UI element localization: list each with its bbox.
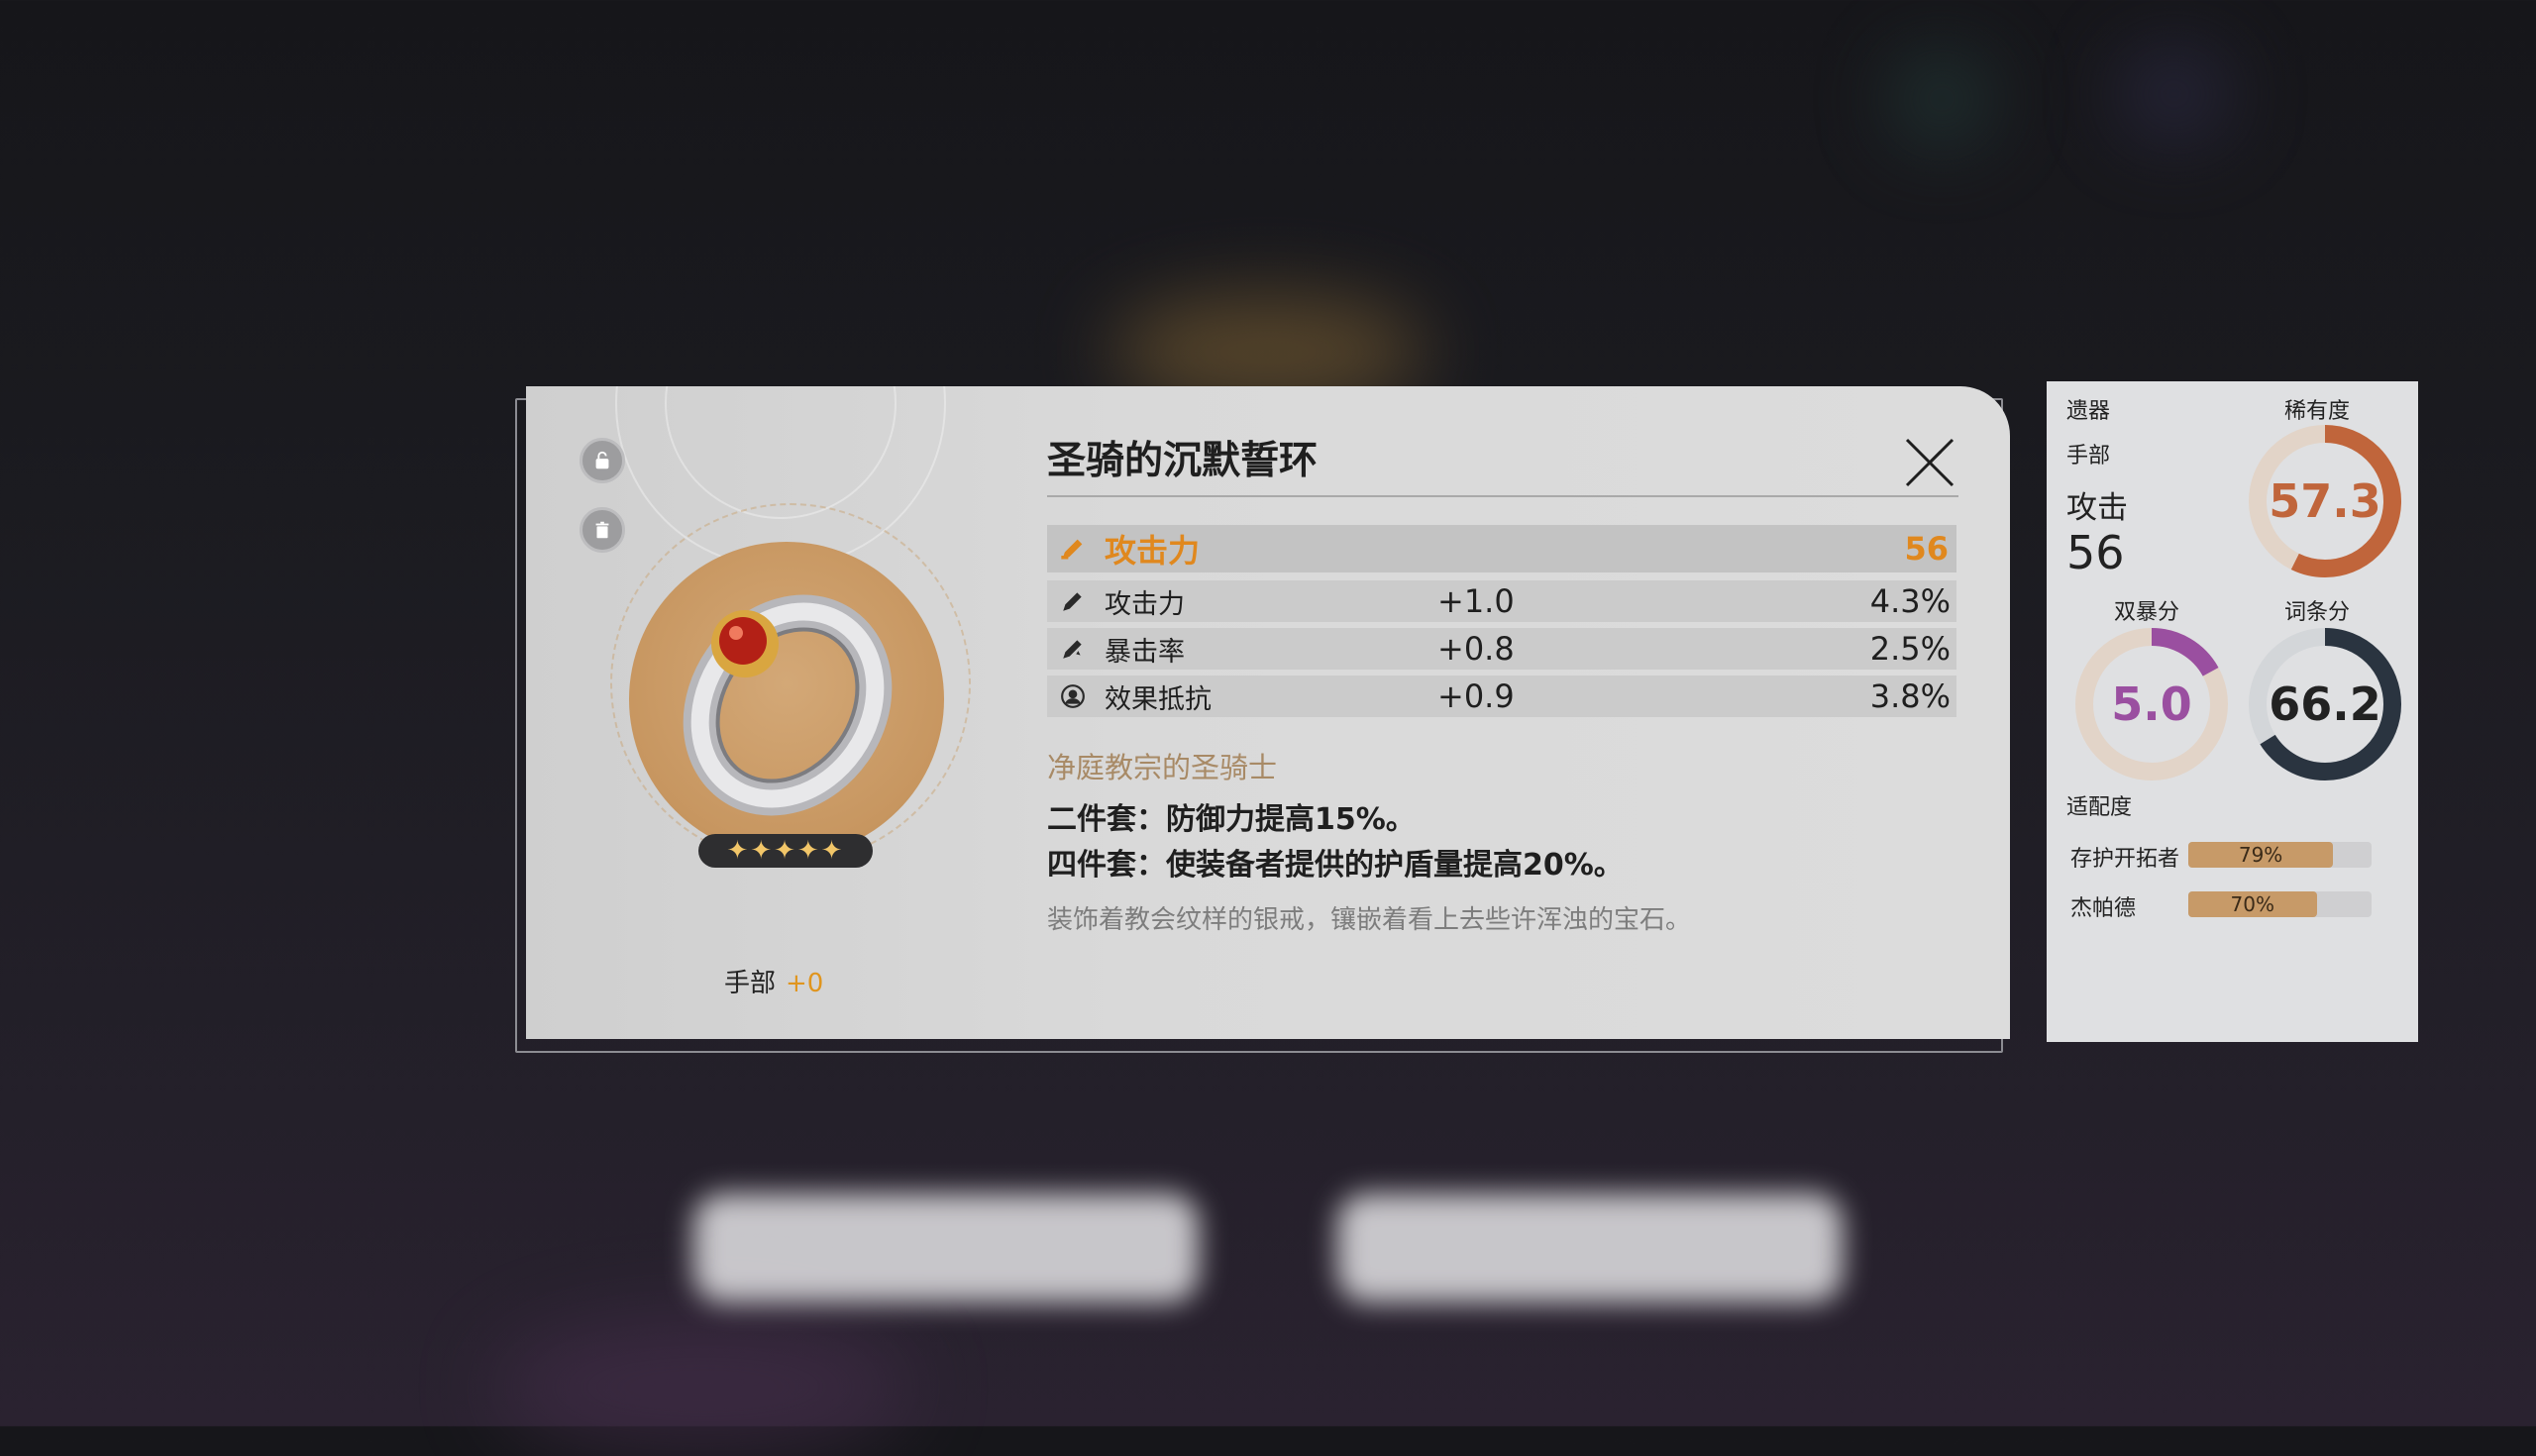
background-glow [495, 1317, 911, 1456]
background-glow [2120, 50, 2229, 139]
fit-bar-fill: 79% [2188, 842, 2334, 868]
fit-bar: 70% [2188, 891, 2372, 917]
fit-character-name: 杰帕德 [2070, 896, 2137, 921]
attack-sword-icon [1057, 585, 1089, 617]
sub-stat-name: 效果抵抗 [1105, 683, 1212, 715]
background-button [1337, 1194, 1843, 1302]
score-panel: 遗器 手部 攻击 56 稀有度 57.3 双暴分 5.0 词条分 66.2 适配… [2047, 381, 2418, 1042]
relic-description: 装饰着教会纹样的银戒，镶嵌着看上去些许浑浊的宝石。 [1047, 905, 1692, 935]
sub-stat-row: 攻击力 +1.0 4.3% [1047, 580, 1956, 622]
sub-stat-add: +0.8 [1437, 630, 1515, 668]
set-name: 净庭教宗的圣骑士 [1047, 751, 1278, 784]
rarity-gauge: 57.3 [2248, 424, 2402, 578]
substat-gauge: 66.2 [2248, 627, 2402, 781]
rarity-stars: ✦✦✦✦✦ [698, 834, 873, 868]
main-stat-value: 56 [2066, 526, 2125, 579]
relic-portrait [629, 542, 944, 857]
category-label: 遗器 [2066, 399, 2111, 424]
slot-name: 手部 [724, 969, 777, 998]
lock-icon[interactable] [580, 438, 625, 483]
ring-image [683, 594, 893, 816]
rarity-score: 57.3 [2269, 474, 2381, 528]
sub-stat-row: 暴击率 +0.8 2.5% [1047, 628, 1956, 670]
sub-stat-add: +0.9 [1437, 677, 1515, 715]
effect-res-icon [1057, 680, 1089, 712]
sub-stat-add: +1.0 [1437, 582, 1515, 620]
discard-icon[interactable] [580, 507, 625, 553]
main-stat-value: 56 [1904, 530, 1949, 568]
relic-title: 圣骑的沉默誓环 [1047, 439, 1319, 483]
main-stat-name: 攻击 [2066, 490, 2128, 526]
fit-character-name: 存护开拓者 [2070, 847, 2180, 872]
sub-stat-row: 效果抵抗 +0.9 3.8% [1047, 676, 1956, 717]
set-bonus-2: 二件套：防御力提高15%。 [1047, 802, 1416, 837]
fit-bar: 79% [2188, 842, 2372, 868]
close-icon[interactable] [1903, 436, 1956, 489]
main-stat-row: 攻击力 56 [1047, 525, 1956, 572]
slot-label: 手部 +0 [724, 963, 823, 999]
substat-label: 词条分 [2284, 600, 2351, 625]
title-divider [1047, 495, 1958, 497]
substat-score: 66.2 [2269, 677, 2381, 731]
background-button [693, 1194, 1199, 1302]
rarity-label: 稀有度 [2284, 399, 2351, 424]
sub-stat-name: 攻击力 [1105, 588, 1185, 620]
relic-level: +0 [786, 969, 824, 998]
sub-stat-pct: 2.5% [1869, 630, 1951, 668]
set-bonus-4: 四件套：使装备者提供的护盾量提高20%。 [1047, 848, 1624, 883]
sub-stat-name: 暴击率 [1105, 636, 1185, 668]
crit-rate-icon [1057, 633, 1089, 665]
slot-label: 手部 [2066, 444, 2111, 468]
sub-stat-pct: 3.8% [1869, 677, 1951, 715]
fit-label: 适配度 [2066, 795, 2133, 820]
relic-detail-card: ✦✦✦✦✦ 手部 +0 圣骑的沉默誓环 攻击力 56 攻击力 +1.0 4.3% … [526, 386, 2010, 1039]
crit-label: 双暴分 [2114, 600, 2180, 625]
sub-stat-pct: 4.3% [1869, 582, 1951, 620]
fit-bar-fill: 70% [2188, 891, 2317, 917]
crit-score: 5.0 [2111, 677, 2192, 731]
main-stat-name: 攻击力 [1105, 532, 1201, 570]
attack-sword-icon [1057, 533, 1089, 565]
crit-gauge: 5.0 [2074, 627, 2229, 781]
background-glow [1892, 54, 1991, 144]
